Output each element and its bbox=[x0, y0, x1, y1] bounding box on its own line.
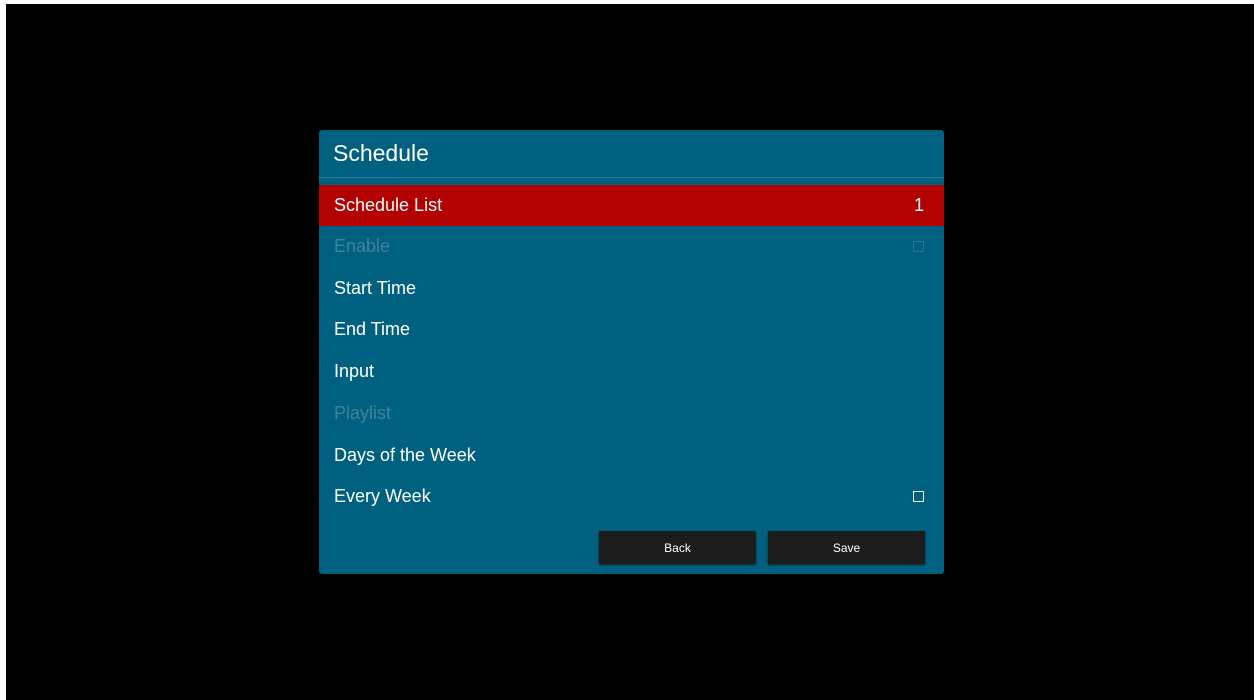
enable-label: Enable bbox=[334, 236, 391, 256]
end-time-row[interactable]: End Time bbox=[319, 309, 944, 350]
dialog-title: Schedule bbox=[333, 140, 429, 166]
input-label: Input bbox=[334, 361, 375, 381]
schedule-dialog: Schedule Schedule List 1 Enable Start Ti… bbox=[319, 130, 944, 574]
title-divider bbox=[319, 177, 944, 178]
every-week-label: Every Week bbox=[334, 486, 431, 506]
schedule-list-row[interactable]: Schedule List 1 bbox=[319, 185, 944, 226]
days-of-week-row[interactable]: Days of the Week bbox=[319, 435, 944, 476]
every-week-row[interactable]: Every Week bbox=[319, 476, 944, 517]
enable-row: Enable bbox=[319, 226, 944, 267]
every-week-checkbox[interactable] bbox=[913, 491, 924, 502]
enable-checkbox bbox=[913, 241, 924, 252]
start-time-row[interactable]: Start Time bbox=[319, 268, 944, 309]
days-of-week-label: Days of the Week bbox=[334, 445, 476, 465]
input-row[interactable]: Input bbox=[319, 351, 944, 392]
playlist-label: Playlist bbox=[334, 403, 392, 423]
playlist-row: Playlist bbox=[319, 393, 944, 434]
back-button[interactable]: Back bbox=[599, 531, 756, 564]
save-button[interactable]: Save bbox=[768, 531, 925, 564]
end-time-label: End Time bbox=[334, 319, 411, 339]
schedule-list-label: Schedule List bbox=[334, 195, 443, 215]
start-time-label: Start Time bbox=[334, 278, 417, 298]
schedule-list-value: 1 bbox=[913, 195, 924, 215]
